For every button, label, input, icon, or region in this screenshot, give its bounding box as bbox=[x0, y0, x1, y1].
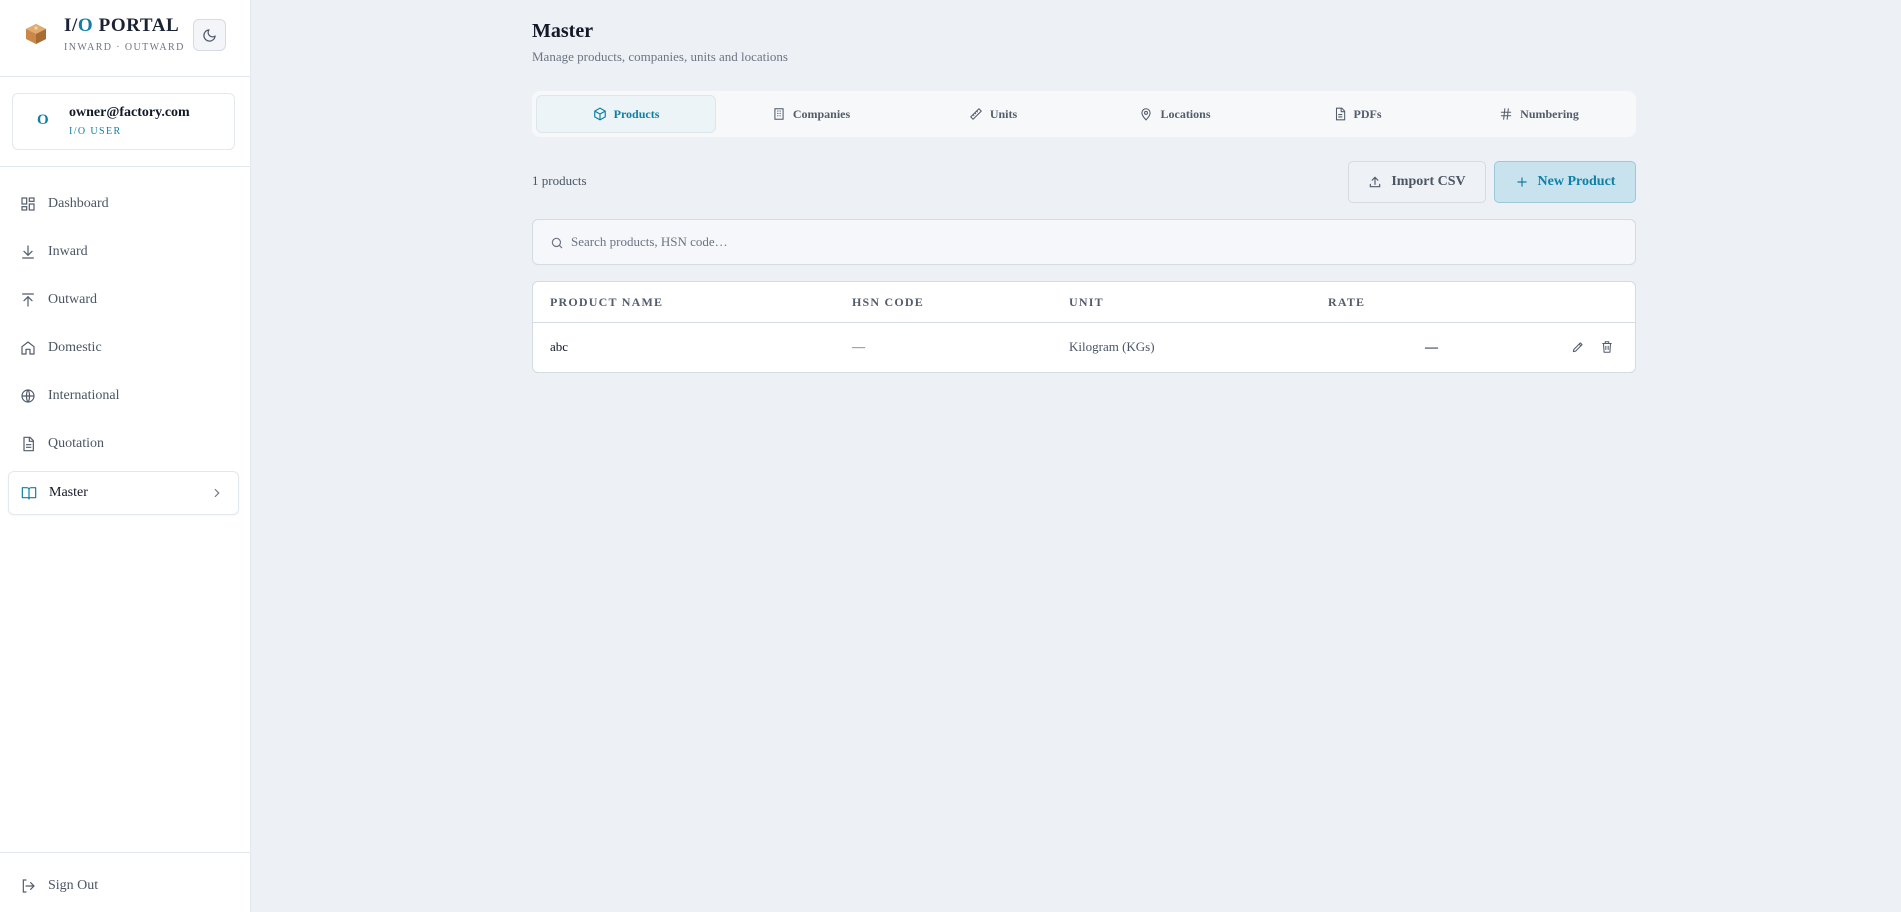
sidebar-item-inward[interactable]: Inward bbox=[8, 230, 239, 274]
table-row[interactable]: abc — Kilogram (KGs) — bbox=[533, 323, 1635, 372]
hsn-code-cell: — bbox=[852, 339, 865, 354]
sidebar-item-dashboard[interactable]: Dashboard bbox=[8, 182, 239, 226]
user-card[interactable]: O owner@factory.com I/O USER bbox=[12, 93, 235, 150]
column-header-rate: RATE bbox=[1328, 295, 1366, 309]
building-icon bbox=[772, 107, 786, 121]
tab-label: Numbering bbox=[1520, 106, 1579, 121]
products-table: PRODUCT NAME HSN CODE UNIT RATE abc — Ki… bbox=[532, 281, 1636, 373]
master-tabs: Products Companies Units Locations PDFs … bbox=[532, 91, 1636, 137]
user-email: owner@factory.com bbox=[69, 105, 190, 120]
sidebar-item-label: Quotation bbox=[48, 436, 104, 451]
tab-label: PDFs bbox=[1353, 106, 1382, 121]
sidebar: I/O PORTAL INWARD · OUTWARD O owner@fact… bbox=[0, 0, 251, 912]
tab-label: Locations bbox=[1160, 106, 1211, 121]
upload-icon bbox=[1368, 175, 1382, 189]
import-csv-label: Import CSV bbox=[1391, 174, 1466, 189]
divider bbox=[0, 852, 250, 853]
book-open-icon bbox=[21, 485, 37, 501]
page-title: Master bbox=[532, 20, 594, 42]
column-header-hsn-code: HSN CODE bbox=[852, 295, 924, 309]
column-header-product-name: PRODUCT NAME bbox=[550, 295, 664, 309]
brand-header: I/O PORTAL INWARD · OUTWARD bbox=[0, 0, 250, 77]
theme-toggle-button[interactable] bbox=[193, 19, 226, 51]
rate-cell: — bbox=[1425, 339, 1438, 354]
file-icon bbox=[1333, 107, 1347, 121]
tab-numbering[interactable]: Numbering bbox=[1449, 95, 1629, 133]
new-product-button[interactable]: New Product bbox=[1494, 161, 1636, 203]
sidebar-item-label: Master bbox=[49, 485, 88, 500]
home-icon bbox=[20, 340, 36, 356]
tab-companies[interactable]: Companies bbox=[721, 95, 901, 133]
sidebar-item-quotation[interactable]: Quotation bbox=[8, 422, 239, 466]
user-role: I/O USER bbox=[69, 126, 122, 137]
tab-products[interactable]: Products bbox=[536, 95, 716, 133]
tab-units[interactable]: Units bbox=[903, 95, 1083, 133]
cube-icon bbox=[593, 107, 607, 121]
document-icon bbox=[20, 436, 36, 452]
logout-icon bbox=[20, 878, 36, 894]
sidebar-item-label: Domestic bbox=[48, 340, 102, 355]
tab-locations[interactable]: Locations bbox=[1085, 95, 1265, 133]
edit-icon[interactable] bbox=[1571, 340, 1585, 354]
page-subtitle: Manage products, companies, units and lo… bbox=[532, 49, 788, 64]
unit-cell: Kilogram (KGs) bbox=[1069, 339, 1155, 354]
tab-label: Companies bbox=[792, 106, 851, 121]
sidebar-item-label: International bbox=[48, 388, 120, 403]
sidebar-item-outward[interactable]: Outward bbox=[8, 278, 239, 322]
chevron-right-icon bbox=[210, 486, 224, 500]
grid-icon bbox=[20, 196, 36, 212]
arrow-up-icon bbox=[20, 292, 36, 308]
column-header-unit: UNIT bbox=[1069, 295, 1104, 309]
avatar: O bbox=[37, 112, 49, 128]
sidebar-item-master[interactable]: Master bbox=[8, 471, 239, 515]
new-product-label: New Product bbox=[1537, 174, 1616, 189]
plus-icon bbox=[1515, 175, 1529, 189]
sidebar-item-international[interactable]: International bbox=[8, 374, 239, 418]
globe-icon bbox=[20, 388, 36, 404]
sidebar-item-label: Outward bbox=[48, 292, 97, 307]
moon-icon bbox=[202, 28, 217, 43]
product-count: 1 products bbox=[532, 173, 587, 188]
tab-pdfs[interactable]: PDFs bbox=[1267, 95, 1447, 133]
trash-icon[interactable] bbox=[1600, 340, 1614, 354]
search-input[interactable] bbox=[571, 220, 1621, 264]
sign-out-button[interactable]: Sign Out bbox=[8, 864, 239, 908]
tab-label: Products bbox=[613, 106, 660, 121]
sidebar-item-label: Inward bbox=[48, 244, 88, 259]
package-box-icon bbox=[24, 22, 48, 46]
hash-icon bbox=[1499, 107, 1513, 121]
sidebar-item-label: Dashboard bbox=[48, 196, 109, 211]
search-icon bbox=[550, 236, 564, 250]
app-subtitle: INWARD · OUTWARD bbox=[64, 42, 185, 53]
sign-out-label: Sign Out bbox=[48, 878, 99, 893]
app-title: I/O PORTAL bbox=[64, 15, 180, 36]
tab-label: Units bbox=[989, 106, 1018, 121]
search-box bbox=[532, 219, 1636, 265]
import-csv-button[interactable]: Import CSV bbox=[1348, 161, 1486, 203]
ruler-icon bbox=[969, 107, 983, 121]
sidebar-item-domestic[interactable]: Domestic bbox=[8, 326, 239, 370]
product-name-cell: abc bbox=[550, 339, 569, 354]
divider bbox=[0, 166, 250, 167]
arrow-down-icon bbox=[20, 244, 36, 260]
table-header: PRODUCT NAME HSN CODE UNIT RATE bbox=[533, 282, 1635, 323]
map-pin-icon bbox=[1139, 107, 1153, 121]
